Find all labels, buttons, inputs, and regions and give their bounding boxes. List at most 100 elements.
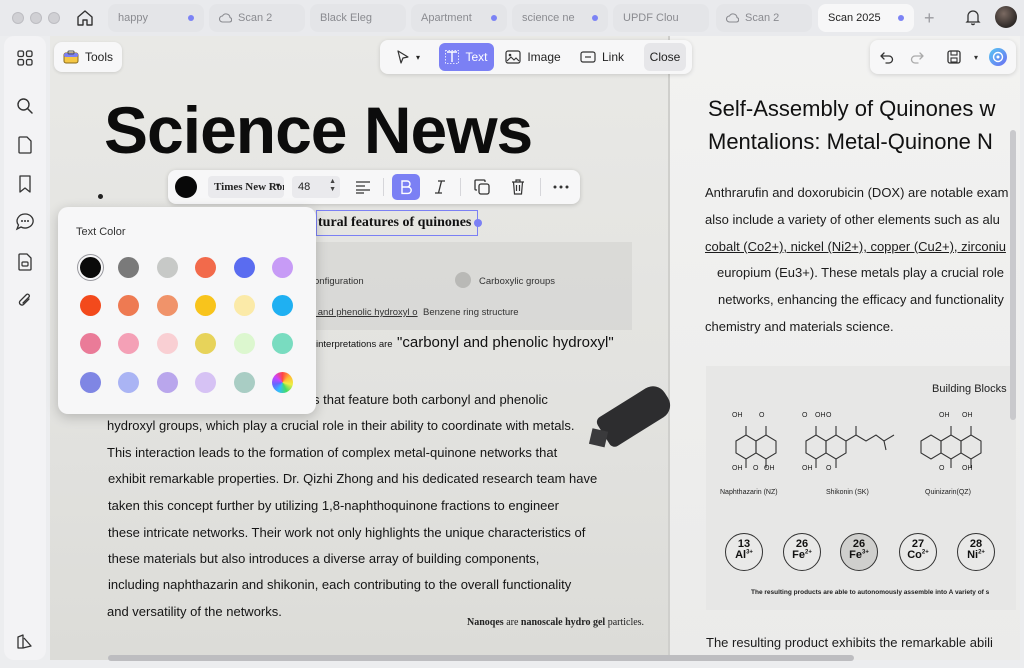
text-align-button[interactable] (351, 175, 375, 199)
building-blocks-figure (706, 366, 1016, 610)
tab-item[interactable]: Scan 2 (716, 4, 812, 32)
redo-icon[interactable] (907, 47, 927, 67)
body-text-line[interactable]: This interaction leads to the formation … (107, 445, 557, 460)
more-options-button[interactable] (549, 175, 573, 199)
font-family-select[interactable]: Times New Roman ▾ (208, 176, 284, 198)
body-text-line[interactable]: and versatility of the networks. (107, 604, 282, 619)
tab-item[interactable]: Scan 2 (209, 4, 305, 32)
unsaved-dot-icon (491, 15, 497, 21)
right-text-line[interactable]: also include a variety of other elements… (705, 212, 1000, 227)
thumbnails-grid-icon[interactable] (15, 48, 35, 68)
search-icon[interactable] (15, 96, 35, 116)
nanoqes-caption[interactable]: Nanoqes are nanoscale hydro gel particle… (467, 617, 644, 628)
text-color-button[interactable] (175, 176, 197, 198)
color-swatch[interactable] (118, 257, 139, 278)
tab-item[interactable]: science ne (512, 4, 608, 32)
color-swatch[interactable] (195, 333, 216, 354)
bold-button[interactable] (392, 174, 420, 200)
vertical-scrollbar[interactable] (1010, 130, 1016, 420)
color-swatch[interactable] (272, 295, 293, 316)
color-swatch[interactable] (118, 333, 139, 354)
ion-symbol: Co2+ (900, 549, 936, 561)
color-swatch[interactable] (80, 295, 101, 316)
comment-icon[interactable] (15, 212, 35, 232)
bookmark-icon[interactable] (15, 174, 35, 194)
interpretation-line[interactable]: interpretations are "carbonyl and phenol… (316, 334, 614, 352)
color-swatch[interactable] (234, 295, 255, 316)
link-mode-button[interactable]: Link (576, 43, 628, 71)
text-mode-button[interactable]: Text (439, 43, 494, 71)
body-text-line[interactable]: hydroxyl groups, which play a crucial ro… (107, 418, 575, 433)
body-text-line[interactable]: taken this concept further by utilizing … (108, 498, 559, 513)
color-swatch[interactable] (157, 257, 178, 278)
ion-charge: 2+ (921, 549, 929, 556)
right-text-line[interactable]: networks, enhancing the efficacy and fun… (718, 292, 1004, 307)
body-text-line[interactable]: exhibit remarkable properties. Dr. Qizhi… (108, 471, 597, 486)
undo-icon[interactable] (877, 47, 897, 67)
right-text-line[interactable]: chemistry and materials science. (705, 319, 894, 334)
color-swatch[interactable] (80, 372, 101, 393)
color-swatch[interactable] (157, 295, 178, 316)
italic-button[interactable] (428, 175, 452, 199)
right-text-line[interactable]: cobalt (Co2+), nickel (Ni2+), copper (Cu… (705, 239, 1006, 254)
display-mode-icon[interactable] (15, 632, 35, 652)
color-swatch[interactable] (195, 295, 216, 316)
page-title[interactable]: Science News (104, 92, 533, 168)
tab-item[interactable]: Apartment (411, 4, 507, 32)
new-tab-plus-icon[interactable]: + (924, 8, 935, 29)
tab-item[interactable]: Scan 2025 (818, 4, 914, 32)
right-page-bottom-line[interactable]: The resulting product exhibits the remar… (706, 635, 993, 650)
image-mode-button[interactable]: Image (502, 43, 564, 71)
color-swatch[interactable] (80, 333, 101, 354)
color-swatch[interactable] (234, 257, 255, 278)
color-swatch[interactable] (118, 295, 139, 316)
color-swatch[interactable] (234, 372, 255, 393)
stepper-arrows-icon[interactable]: ▲ ▼ (329, 178, 336, 194)
selected-text[interactable]: tural features of quinones (318, 215, 471, 231)
home-button[interactable] (72, 6, 98, 30)
color-swatch[interactable] (118, 372, 139, 393)
window-minimize-button[interactable] (30, 12, 42, 24)
right-text-line[interactable]: europium (Eu3+). These metals play a cru… (717, 265, 1004, 280)
tab-item[interactable]: Black Eleg (310, 4, 406, 32)
user-avatar[interactable] (995, 6, 1017, 28)
color-swatch[interactable] (195, 372, 216, 393)
chevron-down-icon: ▾ (275, 181, 280, 190)
color-swatch[interactable] (272, 257, 293, 278)
tab-item[interactable]: happy (108, 4, 204, 32)
window-close-button[interactable] (12, 12, 24, 24)
selection-handle[interactable] (474, 219, 482, 227)
attachment-icon[interactable] (15, 290, 35, 310)
right-page-title-line-2[interactable]: Mentalions: Metal-Quinone N (708, 129, 993, 155)
window-zoom-button[interactable] (48, 12, 60, 24)
custom-color-wheel-icon[interactable] (272, 372, 293, 393)
right-page-title-line-1[interactable]: Self-Assembly of Quinones w (708, 96, 995, 122)
color-swatch[interactable] (195, 257, 216, 278)
save-icon[interactable] (944, 47, 964, 67)
close-edit-button[interactable]: Close (644, 43, 686, 71)
left-sidebar (4, 36, 46, 660)
body-text-line[interactable]: these materials but also introduces a di… (108, 551, 539, 566)
form-icon[interactable] (15, 252, 35, 272)
color-swatch[interactable] (272, 333, 293, 354)
body-text-line[interactable]: s that feature both carbonyl and phenoli… (313, 392, 548, 407)
page-icon[interactable] (15, 135, 35, 155)
ai-assistant-icon[interactable] (988, 47, 1008, 67)
tools-button[interactable]: Tools (54, 42, 122, 72)
select-tool-button[interactable]: ▾ (388, 43, 428, 71)
color-swatch[interactable] (80, 257, 101, 278)
color-swatch[interactable] (157, 333, 178, 354)
delete-button[interactable] (506, 175, 530, 199)
duplicate-button[interactable] (470, 175, 494, 199)
body-text-line[interactable]: these intricate networks. Their work not… (108, 525, 585, 540)
notification-bell-icon[interactable] (964, 8, 982, 31)
body-text-line[interactable]: including naphthazarin and shikonin, eac… (108, 577, 571, 592)
horizontal-scrollbar[interactable] (108, 655, 854, 661)
font-size-stepper[interactable]: 48 ▲ ▼ (292, 176, 340, 198)
right-text-line[interactable]: Anthrarufin and doxorubicin (DOX) are no… (705, 185, 1009, 200)
color-swatch[interactable] (234, 333, 255, 354)
tab-item[interactable]: UPDF Clou (613, 4, 709, 32)
save-options-chevron-icon[interactable]: ▾ (966, 47, 986, 67)
tab-label: Scan 2 (238, 12, 273, 24)
color-swatch[interactable] (157, 372, 178, 393)
